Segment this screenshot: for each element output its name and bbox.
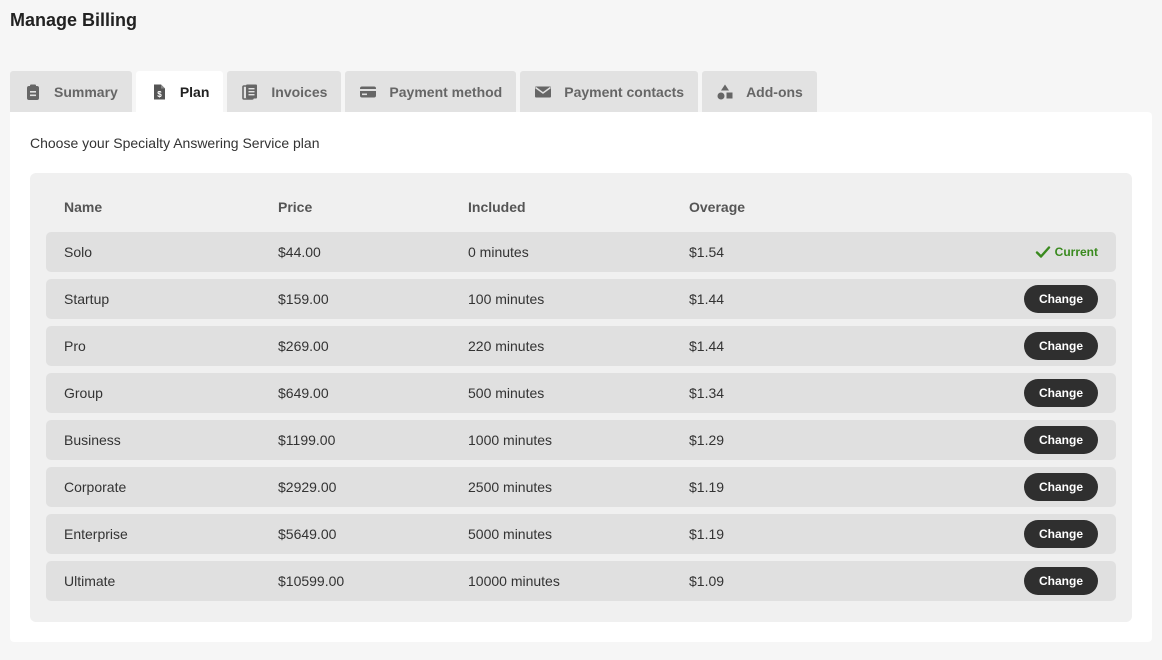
current-label: Current: [1054, 245, 1098, 259]
plan-included: 0 minutes: [468, 244, 529, 260]
change-plan-button[interactable]: Change: [1024, 567, 1098, 595]
plan-overage: $1.34: [689, 385, 725, 401]
plan-overage: $1.19: [689, 479, 725, 495]
header-price: Price: [278, 199, 313, 215]
plan-price: $649.00: [278, 385, 329, 401]
plan-included: 2500 minutes: [468, 479, 553, 495]
plan-overage: $1.09: [689, 573, 725, 589]
plan-included: 10000 minutes: [468, 573, 560, 589]
header-name: Name: [64, 199, 103, 215]
tab-payment-method[interactable]: Payment method: [345, 71, 517, 112]
tab-label: Add-ons: [746, 83, 803, 100]
table-row: Pro $269.00 220 minutes $1.44 Change: [46, 326, 1116, 366]
clipboard-icon: [24, 83, 42, 101]
table-header: Name Price Included Overage: [46, 199, 1116, 215]
plan-price: $1199.00: [278, 432, 336, 448]
plan-name: Ultimate: [64, 573, 116, 589]
page-title: Manage Billing: [10, 10, 138, 30]
plan-overage: $1.44: [689, 291, 725, 307]
tab-label: Plan: [179, 83, 210, 100]
plan-table: Name Price Included Overage Solo $44.00 …: [30, 173, 1132, 622]
change-plan-button[interactable]: Change: [1024, 332, 1098, 360]
plan-included: 500 minutes: [468, 385, 545, 401]
current-plan-badge: Current: [1035, 244, 1098, 260]
plan-name: Enterprise: [64, 526, 128, 542]
change-plan-button[interactable]: Change: [1024, 473, 1098, 501]
plan-name: Corporate: [64, 479, 127, 495]
change-plan-button[interactable]: Change: [1024, 379, 1098, 407]
envelope-icon: [534, 83, 552, 101]
tab-label: Invoices: [271, 83, 328, 100]
plan-name: Startup: [64, 291, 110, 307]
table-row: Business $1199.00 1000 minutes $1.29 Cha…: [46, 420, 1116, 460]
plan-included: 220 minutes: [468, 338, 545, 354]
change-plan-button[interactable]: Change: [1024, 285, 1098, 313]
tab-label: Payment contacts: [564, 83, 685, 100]
plan-rows: Solo $44.00 0 minutes $1.54 Current Star…: [46, 232, 1116, 608]
plan-price: $159.00: [278, 291, 329, 307]
shapes-icon: [716, 83, 734, 101]
plan-panel: Choose your Specialty Answering Service …: [10, 112, 1152, 642]
change-plan-button[interactable]: Change: [1024, 520, 1098, 548]
table-row: Ultimate $10599.00 10000 minutes $1.09 C…: [46, 561, 1116, 601]
table-row: Startup $159.00 100 minutes $1.44 Change: [46, 279, 1116, 319]
table-row: Solo $44.00 0 minutes $1.54 Current: [46, 232, 1116, 272]
tab-plan[interactable]: $ Plan: [135, 71, 224, 112]
plan-intro: Choose your Specialty Answering Service …: [30, 135, 320, 151]
plan-name: Solo: [64, 244, 93, 260]
document-dollar-icon: $: [150, 83, 168, 101]
plan-included: 5000 minutes: [468, 526, 553, 542]
documents-icon: [241, 83, 259, 101]
plan-included: 100 minutes: [468, 291, 545, 307]
plan-price: $269.00: [278, 338, 329, 354]
header-overage: Overage: [689, 199, 746, 215]
header-included: Included: [468, 199, 526, 215]
plan-price: $10599.00: [278, 573, 345, 589]
tab-label: Payment method: [389, 83, 503, 100]
plan-overage: $1.54: [689, 244, 725, 260]
tab-add-ons[interactable]: Add-ons: [702, 71, 817, 112]
plan-overage: $1.44: [689, 338, 725, 354]
checkmark-icon: [1035, 246, 1050, 258]
plan-included: 1000 minutes: [468, 432, 553, 448]
plan-price: $2929.00: [278, 479, 337, 495]
tab-invoices[interactable]: Invoices: [227, 71, 342, 112]
credit-card-icon: [359, 83, 377, 101]
plan-price: $5649.00: [278, 526, 337, 542]
change-plan-button[interactable]: Change: [1024, 426, 1098, 454]
table-row: Group $649.00 500 minutes $1.34 Change: [46, 373, 1116, 413]
tab-label: Summary: [54, 83, 118, 100]
plan-name: Pro: [64, 338, 86, 354]
svg-text:$: $: [157, 90, 162, 99]
plan-overage: $1.29: [689, 432, 725, 448]
tab-summary[interactable]: Summary: [10, 71, 132, 112]
plan-name: Business: [64, 432, 121, 448]
plan-name: Group: [64, 385, 103, 401]
table-row: Corporate $2929.00 2500 minutes $1.19 Ch…: [46, 467, 1116, 507]
tab-payment-contacts[interactable]: Payment contacts: [520, 71, 699, 112]
billing-tabs: Summary $ Plan Invoices Payment method P…: [10, 71, 821, 112]
table-row: Enterprise $5649.00 5000 minutes $1.19 C…: [46, 514, 1116, 554]
plan-price: $44.00: [278, 244, 321, 260]
plan-overage: $1.19: [689, 526, 725, 542]
